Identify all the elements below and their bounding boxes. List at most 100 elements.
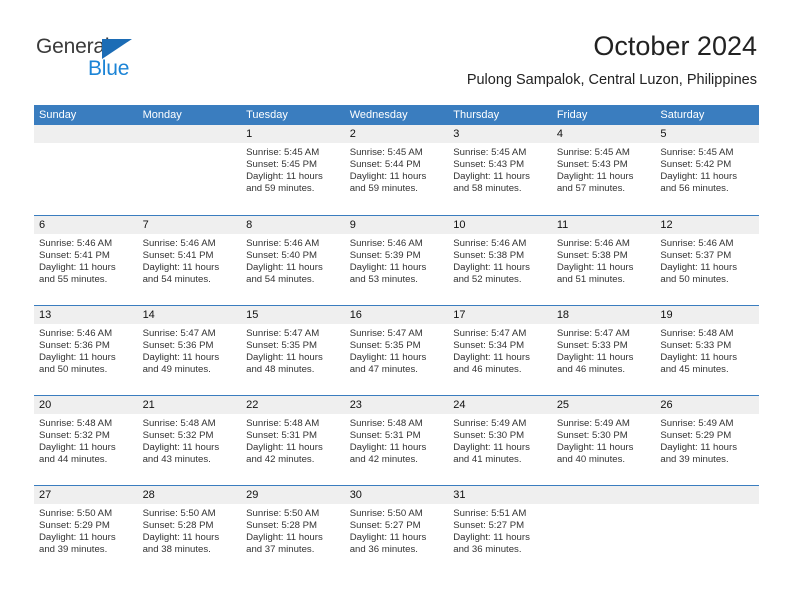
daylight-text-line2: and 36 minutes. [349, 543, 418, 555]
day-cell[interactable]: 6 Sunrise: 5:46 AM Sunset: 5:41 PM Dayli… [34, 216, 138, 305]
day-cell[interactable]: 28 Sunrise: 5:50 AM Sunset: 5:28 PM Dayl… [137, 486, 242, 575]
generalblue-logo[interactable]: General Blue [36, 35, 166, 87]
day-number: 20 [34, 396, 138, 414]
day-cell[interactable]: 17 Sunrise: 5:47 AM Sunset: 5:34 PM Dayl… [448, 306, 552, 395]
day-cell[interactable]: 12 Sunrise: 5:46 AM Sunset: 5:37 PM Dayl… [655, 216, 759, 305]
sunset-text: Sunset: 5:30 PM [453, 429, 525, 441]
day-details: Sunrise: 5:46 AM Sunset: 5:38 PM Dayligh… [448, 234, 552, 286]
day-number: 6 [34, 216, 138, 234]
day-cell[interactable]: 21 Sunrise: 5:48 AM Sunset: 5:32 PM Dayl… [137, 396, 242, 485]
daylight-text-line2: and 53 minutes. [349, 273, 418, 285]
sunrise-text: Sunrise: 5:47 AM [453, 328, 527, 339]
daylight-text-line2: and 59 minutes. [246, 182, 315, 194]
day-cell[interactable]: 7 Sunrise: 5:46 AM Sunset: 5:41 PM Dayli… [137, 216, 242, 305]
weekday-header-tuesday: Tuesday [246, 109, 288, 121]
sunrise-text: Sunrise: 5:45 AM [349, 147, 423, 158]
day-cell[interactable]: 19 Sunrise: 5:48 AM Sunset: 5:33 PM Dayl… [655, 306, 759, 395]
daylight-text-line1: Daylight: 11 hours [556, 261, 634, 273]
day-number: 14 [137, 306, 242, 324]
day-number: 29 [241, 486, 345, 504]
day-cell [655, 486, 759, 575]
daylight-text-line2: and 50 minutes. [39, 363, 108, 375]
daylight-text-line1: Daylight: 11 hours [556, 441, 634, 453]
day-number: 5 [655, 125, 759, 143]
day-cell[interactable]: 4 Sunrise: 5:45 AM Sunset: 5:43 PM Dayli… [551, 125, 656, 215]
sunset-text: Sunset: 5:35 PM [349, 339, 421, 351]
day-details: Sunrise: 5:45 AM Sunset: 5:43 PM Dayligh… [552, 143, 656, 195]
sunrise-text: Sunrise: 5:48 AM [39, 418, 113, 429]
day-details: Sunrise: 5:48 AM Sunset: 5:32 PM Dayligh… [138, 414, 242, 466]
day-cell[interactable]: 14 Sunrise: 5:47 AM Sunset: 5:36 PM Dayl… [137, 306, 242, 395]
daylight-text-line2: and 48 minutes. [246, 363, 315, 375]
sunset-text: Sunset: 5:29 PM [660, 429, 732, 441]
daylight-text-line1: Daylight: 11 hours [660, 351, 737, 363]
day-number: 1 [241, 125, 345, 143]
day-details: Sunrise: 5:48 AM Sunset: 5:33 PM Dayligh… [655, 324, 759, 376]
day-number: 31 [448, 486, 552, 504]
day-details: Sunrise: 5:46 AM Sunset: 5:36 PM Dayligh… [34, 324, 138, 376]
day-cell[interactable]: 16 Sunrise: 5:47 AM Sunset: 5:35 PM Dayl… [344, 306, 449, 395]
logo-text-blue: Blue [88, 57, 130, 80]
daylight-text-line1: Daylight: 11 hours [556, 351, 634, 363]
sunrise-text: Sunrise: 5:47 AM [349, 328, 423, 339]
sunrise-text: Sunrise: 5:46 AM [556, 238, 630, 249]
day-cell[interactable]: 27 Sunrise: 5:50 AM Sunset: 5:29 PM Dayl… [34, 486, 138, 575]
day-cell[interactable]: 18 Sunrise: 5:47 AM Sunset: 5:33 PM Dayl… [551, 306, 656, 395]
weekday-header-friday: Friday [556, 109, 588, 121]
sunset-text: Sunset: 5:27 PM [349, 519, 421, 531]
day-details: Sunrise: 5:50 AM Sunset: 5:28 PM Dayligh… [241, 504, 345, 556]
week-row: 27 Sunrise: 5:50 AM Sunset: 5:29 PM Dayl… [34, 485, 759, 575]
daylight-text-line1: Daylight: 11 hours [453, 531, 530, 543]
day-details: Sunrise: 5:46 AM Sunset: 5:39 PM Dayligh… [345, 234, 449, 286]
day-number: 18 [551, 306, 656, 324]
daylight-text-line2: and 59 minutes. [349, 182, 418, 194]
day-cell[interactable]: 5 Sunrise: 5:45 AM Sunset: 5:42 PM Dayli… [655, 125, 759, 215]
day-cell[interactable]: 30 Sunrise: 5:50 AM Sunset: 5:27 PM Dayl… [344, 486, 449, 575]
day-cell[interactable]: 31 Sunrise: 5:51 AM Sunset: 5:27 PM Dayl… [448, 486, 552, 575]
sunset-text: Sunset: 5:41 PM [39, 249, 110, 261]
daylight-text-line2: and 55 minutes. [39, 273, 108, 285]
day-cell[interactable]: 9 Sunrise: 5:46 AM Sunset: 5:39 PM Dayli… [344, 216, 449, 305]
daylight-text-line1: Daylight: 11 hours [142, 261, 220, 273]
day-cell[interactable]: 22 Sunrise: 5:48 AM Sunset: 5:31 PM Dayl… [241, 396, 345, 485]
day-cell[interactable]: 2 Sunrise: 5:45 AM Sunset: 5:44 PM Dayli… [344, 125, 449, 215]
day-cell[interactable]: 25 Sunrise: 5:49 AM Sunset: 5:30 PM Dayl… [551, 396, 656, 485]
day-cell[interactable]: 10 Sunrise: 5:46 AM Sunset: 5:38 PM Dayl… [448, 216, 552, 305]
day-cell[interactable]: 3 Sunrise: 5:45 AM Sunset: 5:43 PM Dayli… [448, 125, 552, 215]
day-number: 4 [551, 125, 656, 143]
day-cell[interactable]: 29 Sunrise: 5:50 AM Sunset: 5:28 PM Dayl… [241, 486, 345, 575]
sunrise-text: Sunrise: 5:46 AM [39, 328, 113, 339]
day-cell[interactable]: 24 Sunrise: 5:49 AM Sunset: 5:30 PM Dayl… [448, 396, 552, 485]
sunset-text: Sunset: 5:43 PM [453, 158, 525, 170]
day-details: Sunrise: 5:45 AM Sunset: 5:44 PM Dayligh… [345, 143, 449, 195]
day-cell[interactable]: 15 Sunrise: 5:47 AM Sunset: 5:35 PM Dayl… [241, 306, 345, 395]
sunset-text: Sunset: 5:33 PM [660, 339, 732, 351]
day-details: Sunrise: 5:49 AM Sunset: 5:30 PM Dayligh… [448, 414, 552, 466]
day-cell [551, 486, 656, 575]
daylight-text-line1: Daylight: 11 hours [349, 441, 427, 453]
daylight-text-line1: Daylight: 11 hours [246, 261, 323, 273]
day-details: Sunrise: 5:45 AM Sunset: 5:43 PM Dayligh… [448, 143, 552, 195]
sunrise-text: Sunrise: 5:46 AM [349, 238, 423, 249]
sunrise-text: Sunrise: 5:48 AM [660, 328, 734, 339]
day-cell[interactable]: 20 Sunrise: 5:48 AM Sunset: 5:32 PM Dayl… [34, 396, 138, 485]
sunset-text: Sunset: 5:31 PM [349, 429, 421, 441]
day-cell[interactable]: 26 Sunrise: 5:49 AM Sunset: 5:29 PM Dayl… [655, 396, 759, 485]
daylight-text-line1: Daylight: 11 hours [39, 531, 116, 543]
daylight-text-line2: and 50 minutes. [660, 273, 729, 285]
week-row: 20 Sunrise: 5:48 AM Sunset: 5:32 PM Dayl… [34, 395, 759, 485]
sunset-text: Sunset: 5:35 PM [246, 339, 318, 351]
daylight-text-line2: and 45 minutes. [660, 363, 729, 375]
day-details: Sunrise: 5:47 AM Sunset: 5:35 PM Dayligh… [241, 324, 345, 376]
day-cell[interactable]: 1 Sunrise: 5:45 AM Sunset: 5:45 PM Dayli… [241, 125, 345, 215]
day-cell[interactable]: 13 Sunrise: 5:46 AM Sunset: 5:36 PM Dayl… [34, 306, 138, 395]
day-cell[interactable]: 11 Sunrise: 5:46 AM Sunset: 5:38 PM Dayl… [551, 216, 656, 305]
day-cell [137, 125, 242, 215]
day-details: Sunrise: 5:47 AM Sunset: 5:35 PM Dayligh… [345, 324, 449, 376]
day-cell[interactable]: 23 Sunrise: 5:48 AM Sunset: 5:31 PM Dayl… [344, 396, 449, 485]
daylight-text-line2: and 39 minutes. [660, 453, 729, 465]
weekday-header-wednesday: Wednesday [349, 109, 408, 121]
daylight-text-line1: Daylight: 11 hours [246, 441, 323, 453]
logo-triangle-icon [102, 39, 132, 59]
day-cell[interactable]: 8 Sunrise: 5:46 AM Sunset: 5:40 PM Dayli… [241, 216, 345, 305]
